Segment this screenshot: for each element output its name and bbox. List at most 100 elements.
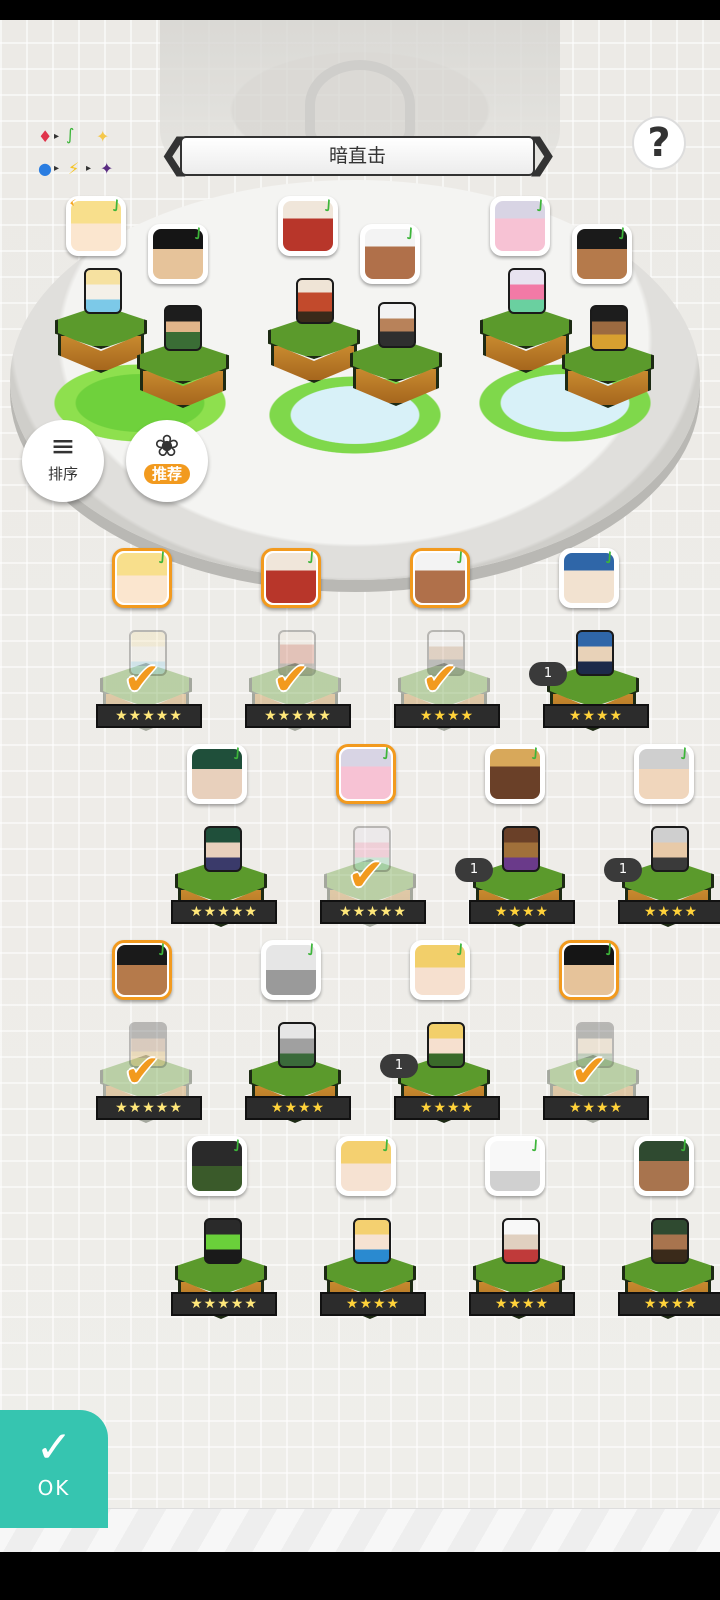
leaf-element-icon: ∫: [456, 940, 466, 956]
character-sprite: [84, 268, 122, 314]
leaf-element-icon: ∫: [531, 744, 541, 760]
arrow-icon: ▸: [54, 131, 60, 142]
leaf-element-icon: ∫: [456, 548, 466, 564]
team-pedestal[interactable]: [268, 315, 360, 385]
water-element-icon: ●: [38, 159, 52, 178]
character-sprite: [278, 1022, 316, 1068]
navigation-bar: [0, 1552, 720, 1600]
star-rating: ★★★★: [245, 1096, 351, 1120]
character-sprite: [204, 826, 242, 872]
arrow-icon: ▸: [54, 163, 60, 174]
character-sprite: [651, 826, 689, 872]
character-sprite: [590, 305, 628, 351]
character-portrait[interactable]: ∫: [261, 548, 321, 608]
character-sprite: [378, 302, 416, 348]
team-member-portrait[interactable]: ∫: [490, 196, 550, 256]
star-rating: ★★★★★: [245, 704, 351, 728]
character-sprite: [353, 1218, 391, 1264]
help-button[interactable]: ?: [632, 116, 686, 170]
character-portrait[interactable]: ∫: [187, 744, 247, 804]
leaf-element-icon: ∫: [382, 1136, 392, 1152]
star-rating: ★★★★: [320, 1292, 426, 1316]
character-portrait[interactable]: ∫: [634, 1136, 694, 1196]
character-portrait[interactable]: ∫: [261, 940, 321, 1000]
star-rating: ★★★★: [394, 1096, 500, 1120]
team-member-portrait[interactable]: ★∫: [66, 196, 126, 256]
light-element-icon: ✦: [96, 127, 110, 146]
character-sprite: [576, 630, 614, 676]
recommend-label: 推荐: [144, 464, 190, 484]
character-portrait[interactable]: ∫: [336, 1136, 396, 1196]
team-member-portrait[interactable]: ∫: [278, 196, 338, 256]
leaf-element-icon: ∫: [158, 548, 168, 564]
character-portrait[interactable]: ∫: [410, 940, 470, 1000]
next-arrow-button[interactable]: ❯: [525, 132, 559, 180]
leaf-element-icon: ∫: [158, 940, 168, 956]
duplicate-count-badge: 1: [455, 858, 493, 882]
leaf-element-icon: ∫: [233, 744, 243, 760]
leaf-element-icon: ∫: [112, 196, 122, 212]
arrow-icon: ▸: [86, 163, 92, 174]
star-rating: ★★★★: [543, 704, 649, 728]
recommend-button[interactable]: ❀ 推荐: [126, 420, 208, 502]
character-portrait[interactable]: ∫: [559, 940, 619, 1000]
character-portrait[interactable]: ∫: [485, 744, 545, 804]
bottom-bar: [0, 1508, 720, 1552]
duplicate-count-badge: 1: [380, 1054, 418, 1078]
character-sprite: [296, 278, 334, 324]
star-rating: ★★★★: [394, 704, 500, 728]
leaf-element-icon: ∫: [536, 196, 546, 212]
character-sprite: [427, 1022, 465, 1068]
team-pedestal[interactable]: [480, 305, 572, 375]
character-portrait[interactable]: ∫: [112, 548, 172, 608]
duplicate-count-badge: 1: [604, 858, 642, 882]
star-rating: ★★★★: [469, 1292, 575, 1316]
ok-button[interactable]: ✓ OK: [0, 1410, 108, 1528]
leaf-element-icon: ∫: [66, 125, 75, 144]
character-portrait[interactable]: ∫: [485, 1136, 545, 1196]
leaf-element-icon: ∫: [233, 1136, 243, 1152]
ok-label: OK: [37, 1476, 71, 1500]
character-sprite: [204, 1218, 242, 1264]
selected-check-icon: ✔: [570, 1046, 608, 1097]
star-rating: ★★★★★: [96, 704, 202, 728]
selected-check-icon: ✔: [347, 850, 385, 901]
check-icon: ✓: [35, 1422, 73, 1473]
favorite-star-icon: ★: [69, 199, 77, 210]
dark-element-icon: ✦: [100, 159, 114, 178]
character-sprite: [502, 1218, 540, 1264]
selected-check-icon: ✔: [421, 654, 459, 705]
star-rating: ★★★★★: [96, 1096, 202, 1120]
sort-button[interactable]: ≡ 排序: [22, 420, 104, 502]
leaf-element-icon: ∫: [605, 548, 615, 564]
character-portrait[interactable]: ∫: [559, 548, 619, 608]
sort-label: 排序: [47, 465, 78, 483]
team-pedestal[interactable]: [350, 338, 442, 408]
selected-check-icon: ✔: [123, 1046, 161, 1097]
selected-check-icon: ✔: [123, 654, 161, 705]
team-member-portrait[interactable]: ∫: [148, 224, 208, 284]
team-member-portrait[interactable]: ∫: [572, 224, 632, 284]
character-portrait[interactable]: ∫: [410, 548, 470, 608]
formation-title: 暗直击: [180, 136, 535, 176]
character-portrait[interactable]: ∫: [634, 744, 694, 804]
leaf-element-icon: ∫: [605, 940, 615, 956]
leaf-element-icon: ∫: [618, 224, 628, 240]
star-rating: ★★★★: [469, 900, 575, 924]
star-rating: ★★★★★: [320, 900, 426, 924]
character-portrait[interactable]: ∫: [112, 940, 172, 1000]
thunder-element-icon: ⚡: [68, 159, 80, 178]
team-pedestal[interactable]: [55, 305, 147, 375]
character-sprite: [651, 1218, 689, 1264]
leaf-element-icon: ∫: [194, 224, 204, 240]
leaf-element-icon: ∫: [680, 1136, 690, 1152]
team-member-portrait[interactable]: ∫: [360, 224, 420, 284]
leaf-element-icon: ∫: [531, 1136, 541, 1152]
character-portrait[interactable]: ∫: [187, 1136, 247, 1196]
leaf-element-icon: ∫: [324, 196, 334, 212]
leaf-element-icon: ∫: [307, 548, 317, 564]
character-portrait[interactable]: ∫: [336, 744, 396, 804]
sort-icon: ≡: [50, 429, 76, 464]
star-rating: ★★★★: [543, 1096, 649, 1120]
character-sprite: [508, 268, 546, 314]
